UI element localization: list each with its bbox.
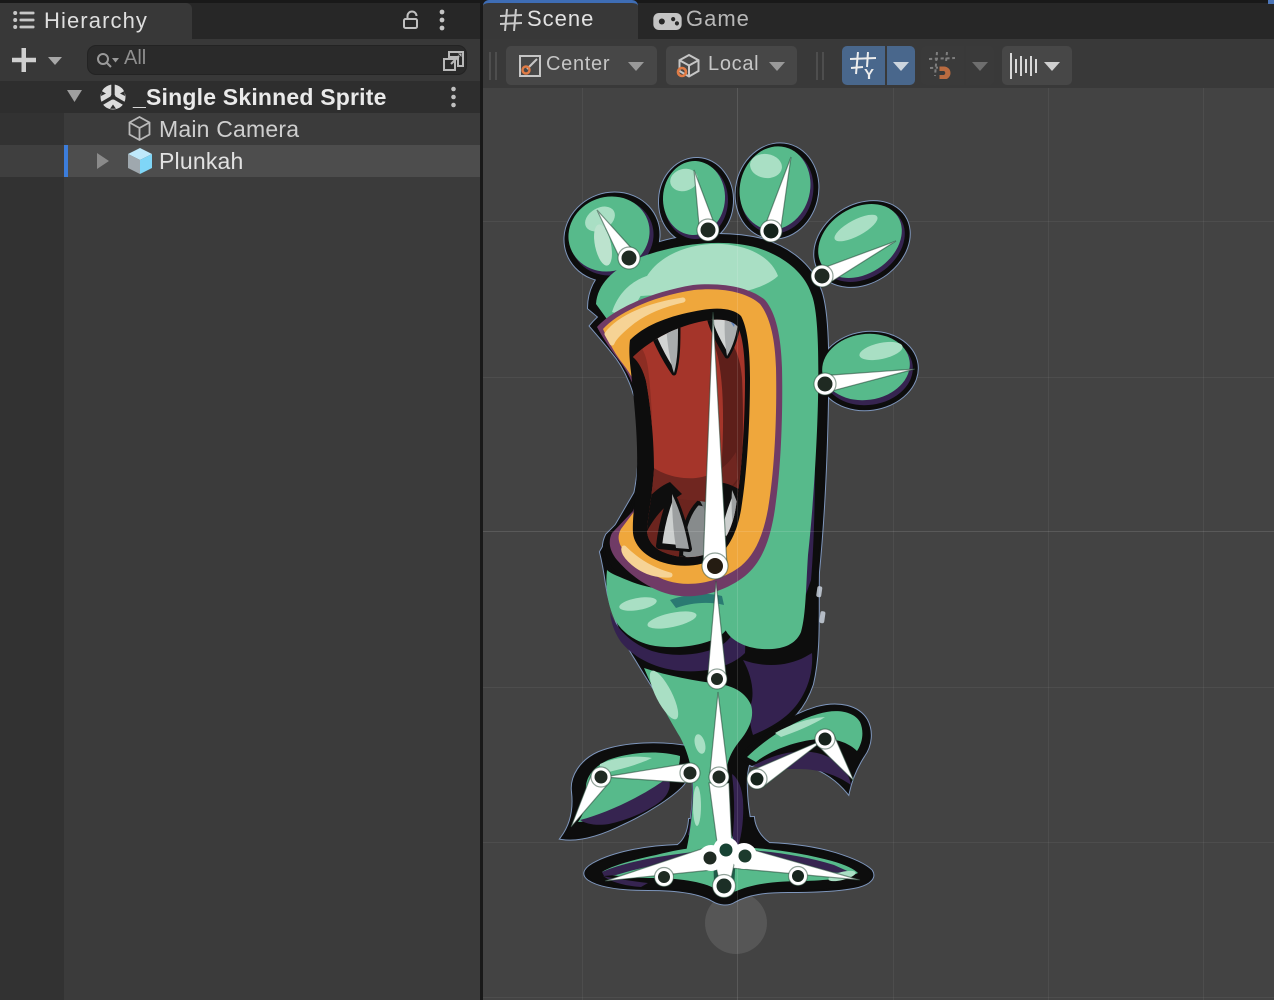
svg-text:Y: Y bbox=[864, 66, 874, 80]
